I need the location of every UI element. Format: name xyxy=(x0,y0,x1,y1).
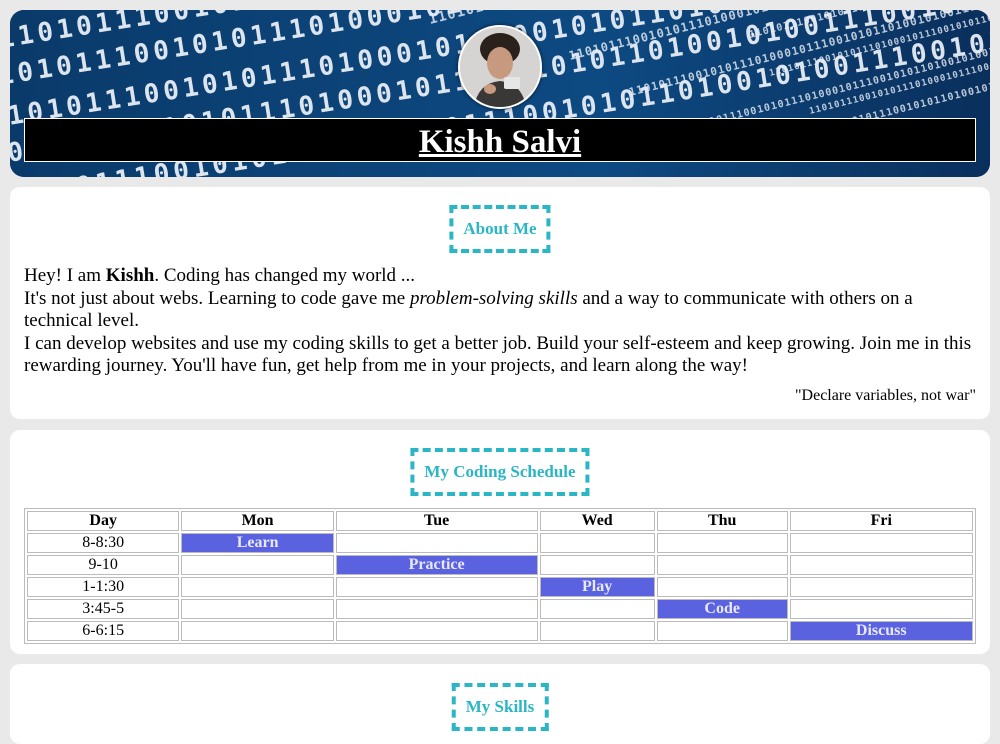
empty-cell xyxy=(656,533,788,553)
table-row: 6-6:15 Discuss xyxy=(27,621,973,641)
about-line-3: I can develop websites and use my coding… xyxy=(24,332,972,377)
about-italic-skills: problem-solving skills xyxy=(409,287,578,309)
column-header: Thu xyxy=(656,511,788,531)
column-header: Wed xyxy=(539,511,655,531)
empty-cell xyxy=(539,533,655,553)
table-header-row: Day Mon Tue Wed Thu Fri xyxy=(27,511,973,531)
empty-cell xyxy=(656,555,788,575)
activity-cell-discuss: Discuss xyxy=(789,621,973,641)
activity-cell-play: Play xyxy=(539,577,655,597)
empty-cell xyxy=(539,555,655,575)
time-cell: 1-1:30 xyxy=(27,577,180,597)
empty-cell xyxy=(335,577,538,597)
empty-cell xyxy=(539,621,655,641)
coding-schedule-badge: My Coding Schedule xyxy=(410,448,590,496)
empty-cell xyxy=(656,577,788,597)
table-row: 1-1:30 Play xyxy=(27,577,973,597)
empty-cell xyxy=(789,533,973,553)
column-header: Fri xyxy=(789,511,973,531)
empty-cell xyxy=(789,555,973,575)
time-cell: 9-10 xyxy=(27,555,180,575)
profile-name: Kishh Salvi xyxy=(418,124,582,160)
column-header: Day xyxy=(27,511,180,531)
empty-cell xyxy=(181,555,334,575)
empty-cell xyxy=(181,577,334,597)
about-line-2: It's not just about webs. Learning to co… xyxy=(24,287,913,332)
time-cell: 3:45-5 xyxy=(27,599,180,619)
about-line-1: Hey! I am Kishh. Coding has changed my w… xyxy=(24,265,416,286)
about-section: About Me Hey! I am Kishh. Coding has cha… xyxy=(10,187,990,419)
activity-cell-code: Code xyxy=(656,599,788,619)
empty-cell xyxy=(335,621,538,641)
table-row: 8-8:30 Learn xyxy=(27,533,973,553)
name-banner: Kishh Salvi xyxy=(24,118,976,162)
schedule-table: Day Mon Tue Wed Thu Fri 8-8:30 Learn 9-10 Practi… xyxy=(24,508,976,644)
empty-cell xyxy=(181,621,334,641)
about-name-bold: Kishh xyxy=(105,265,155,286)
my-skills-badge: My Skills xyxy=(451,683,549,731)
empty-cell xyxy=(789,577,973,597)
activity-cell-learn: Learn xyxy=(181,533,334,553)
skills-section: My Skills xyxy=(10,664,990,744)
profile-header: 1101011100101011101000101110010101101001… xyxy=(10,10,990,177)
time-cell: 6-6:15 xyxy=(27,621,180,641)
activity-cell-practice: Practice xyxy=(335,555,538,575)
column-header: Tue xyxy=(335,511,538,531)
about-me-badge: About Me xyxy=(449,205,551,253)
table-row: 3:45-5 Code xyxy=(27,599,973,619)
empty-cell xyxy=(335,599,538,619)
empty-cell xyxy=(539,599,655,619)
empty-cell xyxy=(789,599,973,619)
avatar xyxy=(458,25,542,109)
about-text: Hey! I am Kishh. Coding has changed my w… xyxy=(24,265,976,378)
schedule-section: My Coding Schedule Day Mon Tue Wed Thu Fri 8-… xyxy=(10,430,990,654)
empty-cell xyxy=(181,599,334,619)
profile-photo-image xyxy=(460,27,540,107)
column-header: Mon xyxy=(181,511,334,531)
quote-text: "Declare variables, not war" xyxy=(795,387,976,404)
time-cell: 8-8:30 xyxy=(27,533,180,553)
empty-cell xyxy=(656,621,788,641)
table-row: 9-10 Practice xyxy=(27,555,973,575)
empty-cell xyxy=(335,533,538,553)
